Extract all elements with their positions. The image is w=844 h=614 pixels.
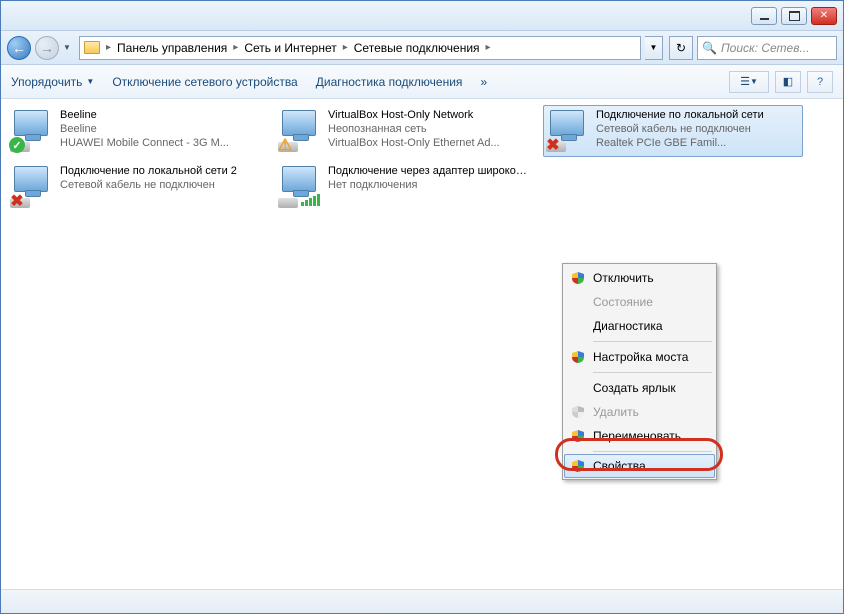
connection-title: Подключение по локальной сети [596,108,764,122]
menu-separator [593,372,712,373]
connection-status: Сетевой кабель не подключен [60,178,237,192]
uac-shield-icon [571,405,585,419]
content-area: ✓BeelineBeelineHUAWEI Mobile Connect - 3… [1,99,843,589]
connection-title: VirtualBox Host-Only Network [328,108,500,122]
connection-item[interactable]: ✖ Подключение по локальной сетиСетевой ка… [543,105,803,157]
breadcrumb-bar[interactable]: ▸ Панель управления ▸ Сеть и Интернет ▸ … [79,36,641,60]
connection-item[interactable]: ✖ Подключение по локальной сети 2Сетевой … [7,161,267,213]
network-adapter-icon: ✓ [10,108,54,152]
context-menu-label: Удалить [593,405,639,419]
check-icon: ✓ [9,137,25,153]
connection-status: Неопознанная сеть [328,122,500,136]
toolbar: Упорядочить ▼ Отключение сетевого устрой… [1,65,843,99]
refresh-button[interactable]: ↻ [669,36,693,60]
uac-shield-icon [571,271,585,285]
titlebar: ✕ [1,1,843,31]
context-menu-label: Настройка моста [593,350,688,364]
network-adapter-icon: ⚠ [278,108,322,152]
close-button[interactable]: ✕ [811,7,837,25]
context-menu-item[interactable]: Диагностика [565,314,714,338]
connection-title: Beeline [60,108,229,122]
context-menu-label: Диагностика [593,319,663,333]
context-menu-label: Переименовать [593,429,681,443]
context-menu-item: Удалить [565,400,714,424]
context-menu-item[interactable]: Создать ярлык [565,376,714,400]
minimize-button[interactable] [751,7,777,25]
connection-item[interactable]: ✓BeelineBeelineHUAWEI Mobile Connect - 3… [7,105,267,157]
diagnose-button[interactable]: Диагностика подключения [316,75,463,89]
disconnected-icon: ✖ [9,193,25,209]
disconnected-icon: ✖ [545,137,561,153]
connection-text: VirtualBox Host-Only NetworkНеопознанная… [328,108,500,154]
crumb-sep-icon: ▸ [231,42,240,53]
nav-history-dropdown[interactable]: ▼ [63,43,75,52]
connection-status: Сетевой кабель не подключен [596,122,764,136]
connection-device: VirtualBox Host-Only Ethernet Ad... [328,136,500,150]
search-input[interactable]: 🔍 Поиск: Сетев... [697,36,837,60]
menu-separator [593,451,712,452]
connection-status: Beeline [60,122,229,136]
disable-label: Отключение сетевого устройства [112,75,297,89]
context-menu-label: Создать ярлык [593,381,676,395]
diagnose-label: Диагностика подключения [316,75,463,89]
connection-title: Подключение через адаптер широкополосной… [328,164,532,178]
search-placeholder: Поиск: Сетев... [721,41,810,55]
connection-item[interactable]: ⚠ VirtualBox Host-Only NetworkНеопознанна… [275,105,535,157]
chevron-down-icon: ▼ [86,77,94,86]
crumb-root[interactable]: Панель управления [117,41,227,55]
context-menu-label: Свойства [593,459,646,473]
network-adapter-icon [278,164,322,208]
help-button[interactable]: ? [807,71,833,93]
network-adapter-icon: ✖ [10,164,54,208]
context-menu-label: Состояние [593,295,653,309]
address-dropdown[interactable]: ▼ [645,36,663,60]
organize-menu[interactable]: Упорядочить ▼ [11,75,94,89]
preview-pane-button[interactable]: ◧ [775,71,801,93]
crumb-sep-icon: ▸ [341,42,350,53]
network-adapter-icon: ✖ [546,108,590,152]
connection-device: HUAWEI Mobile Connect - 3G M... [60,136,229,150]
connection-status: Нет подключения [328,178,532,192]
crumb-subcategory[interactable]: Сетевые подключения [354,41,480,55]
connection-text: Подключение через адаптер широкополосной… [328,164,532,210]
connection-item[interactable]: Подключение через адаптер широкополосной… [275,161,535,213]
connection-text: Подключение по локальной сети 2Сетевой к… [60,164,237,210]
status-bar [1,589,843,613]
view-mode-button[interactable]: ☰ ▼ [729,71,769,93]
context-menu-item: Состояние [565,290,714,314]
signal-bars-icon [301,194,320,206]
disable-device-button[interactable]: Отключение сетевого устройства [112,75,297,89]
uac-shield-icon [571,350,585,364]
connection-text: BeelineBeelineHUAWEI Mobile Connect - 3G… [60,108,229,154]
context-menu-item[interactable]: Отключить [565,266,714,290]
crumb-category[interactable]: Сеть и Интернет [244,41,336,55]
menu-separator [593,341,712,342]
search-icon: 🔍 [702,41,717,55]
organize-label: Упорядочить [11,75,82,89]
context-menu: Отключить Состояние Диагностика Настройка м… [562,263,717,480]
back-button[interactable]: ← [7,36,31,60]
forward-button[interactable]: → [35,36,59,60]
address-bar: ← → ▼ ▸ Панель управления ▸ Сеть и Интер… [1,31,843,65]
maximize-button[interactable] [781,7,807,25]
connection-device: Realtek PCIe GBE Famil... [596,136,764,150]
uac-shield-icon [571,459,585,473]
context-menu-label: Отключить [593,271,654,285]
overflow-chevrons-icon: » [480,75,487,89]
toolbar-overflow[interactable]: » [480,75,487,89]
folder-icon [84,41,100,54]
uac-shield-icon [571,429,585,443]
connections-grid: ✓BeelineBeelineHUAWEI Mobile Connect - 3… [7,105,837,213]
context-menu-item[interactable]: Настройка моста [565,345,714,369]
crumb-sep-icon: ▸ [104,42,113,53]
context-menu-item[interactable]: Свойства [564,454,715,478]
connection-title: Подключение по локальной сети 2 [60,164,237,178]
warning-icon: ⚠ [277,137,293,153]
connection-text: Подключение по локальной сетиСетевой каб… [596,108,764,154]
crumb-sep-icon: ▸ [484,42,493,53]
context-menu-item[interactable]: Переименовать [565,424,714,448]
